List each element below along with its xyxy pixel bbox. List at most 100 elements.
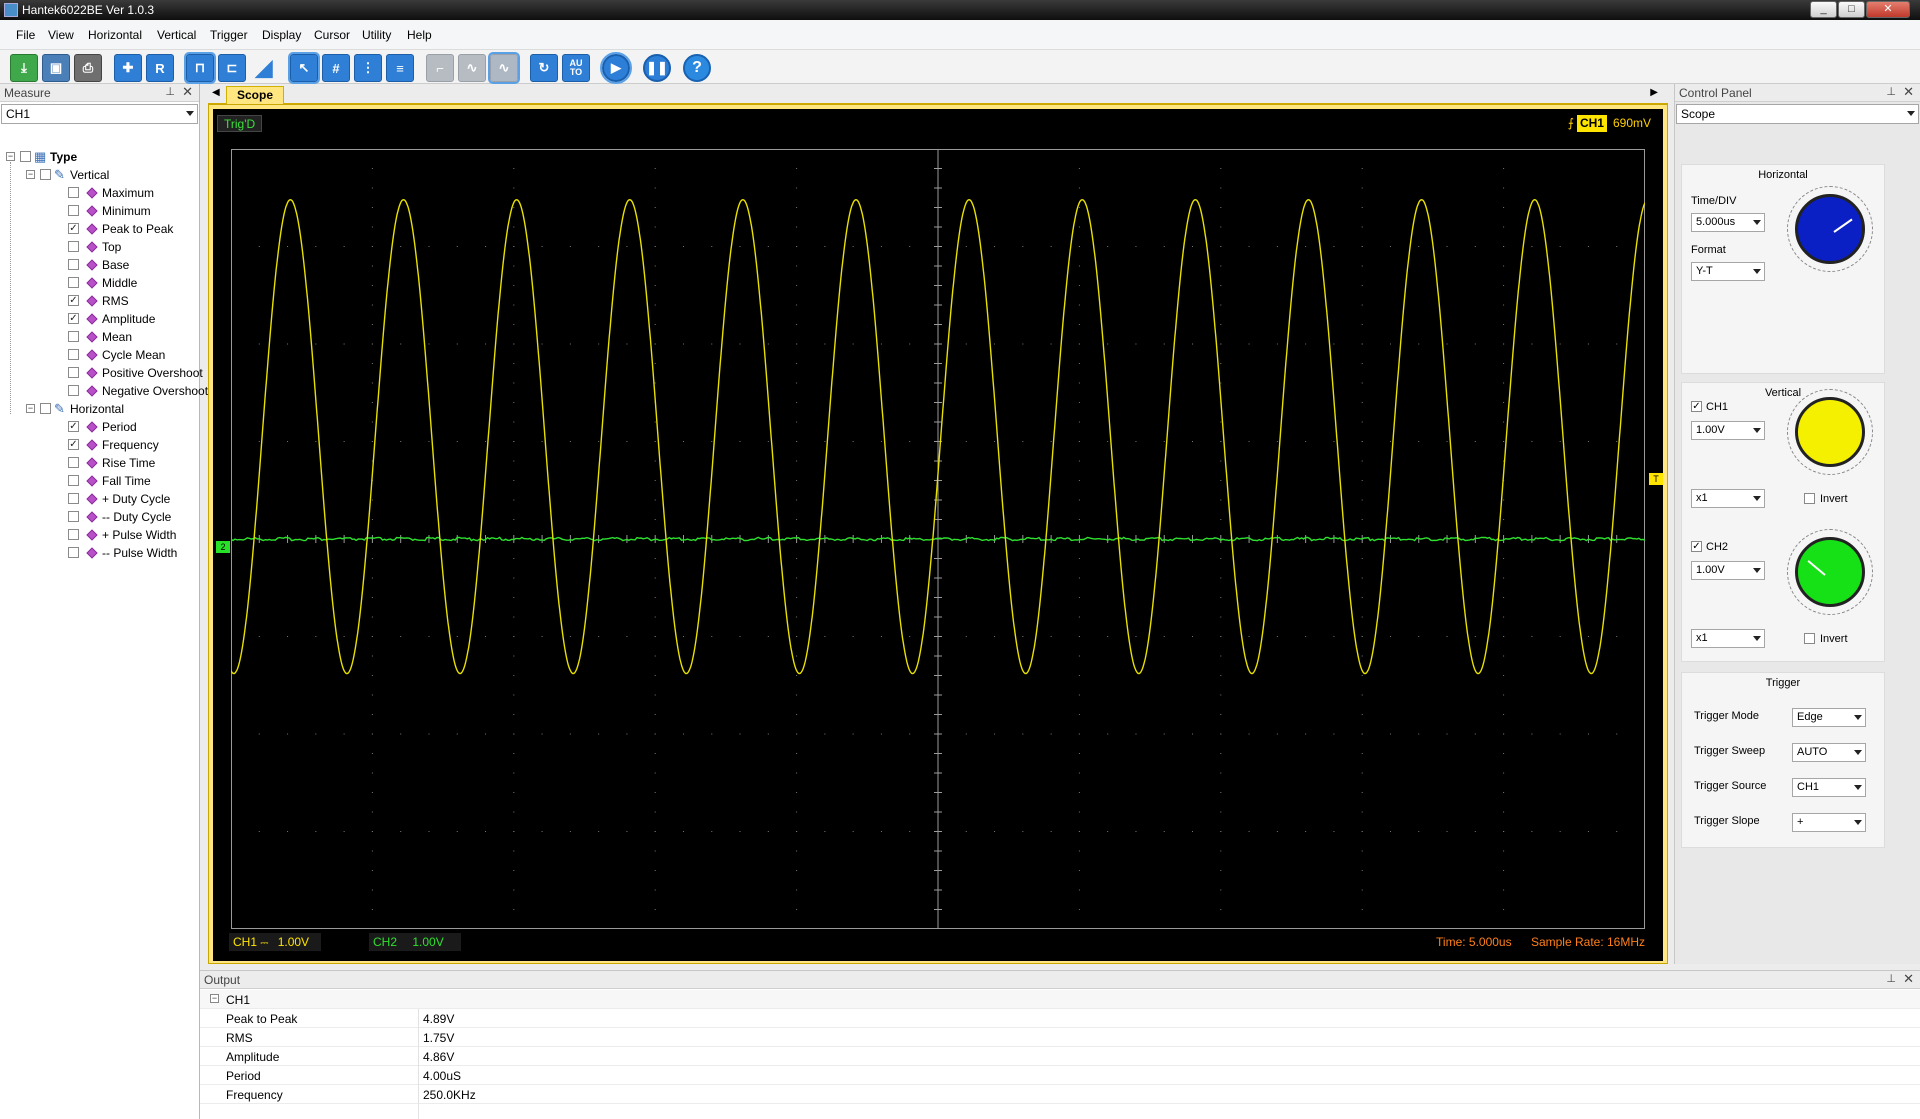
tree-item[interactable]: − ✎ Vertical: [0, 166, 200, 184]
close-window-button[interactable]: ✕: [1866, 1, 1910, 18]
measure-checkbox[interactable]: ✓: [68, 313, 79, 324]
ramp-icon[interactable]: ◢: [250, 54, 278, 82]
waveform-graticule[interactable]: [231, 149, 1645, 929]
ch2-volts-knob[interactable]: [1795, 537, 1865, 607]
tree-item[interactable]: Cycle Mean: [0, 346, 200, 364]
smooth-wave-icon[interactable]: ∿: [458, 54, 486, 82]
ch2-enable-checkbox[interactable]: ✓: [1691, 541, 1702, 552]
measure-checkbox[interactable]: ✓: [68, 439, 79, 450]
trigger-slope-select[interactable]: +: [1792, 813, 1866, 832]
measure-checkbox[interactable]: [68, 385, 79, 396]
tab-scope[interactable]: Scope: [226, 86, 284, 104]
tree-item[interactable]: -- Duty Cycle: [0, 508, 200, 526]
auto-icon[interactable]: AU TO: [562, 54, 590, 82]
ch2-probe-select[interactable]: x1: [1691, 629, 1765, 648]
measure-checkbox[interactable]: [68, 457, 79, 468]
measure-checkbox[interactable]: [68, 205, 79, 216]
timebase-knob[interactable]: [1795, 194, 1865, 264]
tree-checkbox[interactable]: [40, 403, 51, 414]
format-select[interactable]: Y-T: [1691, 262, 1765, 281]
close-pane-icon[interactable]: ✕: [1903, 84, 1914, 100]
tree-item[interactable]: ✓ RMS: [0, 292, 200, 310]
tree-item[interactable]: Maximum: [0, 184, 200, 202]
menu-horizontal[interactable]: Horizontal: [88, 28, 142, 42]
trigger-level-marker[interactable]: T: [1649, 473, 1663, 485]
trigger-sweep-select[interactable]: AUTO: [1792, 743, 1866, 762]
tree-item[interactable]: Middle: [0, 274, 200, 292]
cursor-select-icon[interactable]: ↖: [288, 52, 320, 84]
run-icon[interactable]: ▶: [600, 52, 632, 84]
measure-checkbox[interactable]: [68, 259, 79, 270]
print-icon[interactable]: ⎙: [74, 54, 102, 82]
measure-checkbox[interactable]: [68, 529, 79, 540]
ch2-invert-checkbox[interactable]: [1804, 633, 1815, 644]
pulse-display-icon[interactable]: ⊓: [184, 52, 216, 84]
trigger-mode-select[interactable]: Edge: [1792, 708, 1866, 727]
step-wave-icon[interactable]: ⌐: [426, 54, 454, 82]
tab-right-arrow-icon[interactable]: ▶: [1650, 87, 1658, 98]
refresh-icon[interactable]: ↻: [530, 54, 558, 82]
save-icon[interactable]: ▣: [42, 54, 70, 82]
grid-icon[interactable]: #: [322, 54, 350, 82]
collapse-icon[interactable]: −: [26, 170, 35, 179]
measure-checkbox[interactable]: [68, 367, 79, 378]
pin-icon[interactable]: ⊥: [1886, 972, 1896, 985]
ch1-volts-knob[interactable]: [1795, 397, 1865, 467]
tree-checkbox[interactable]: [20, 151, 31, 162]
trigger-source-select[interactable]: CH1: [1792, 778, 1866, 797]
menu-view[interactable]: View: [48, 28, 74, 42]
reference-icon[interactable]: R: [146, 54, 174, 82]
measure-icon[interactable]: ✚: [114, 54, 142, 82]
tree-item[interactable]: Minimum: [0, 202, 200, 220]
tree-item[interactable]: − ✎ Horizontal: [0, 400, 200, 418]
tree-item[interactable]: -- Pulse Width: [0, 544, 200, 562]
pin-icon[interactable]: ⊥: [1886, 85, 1896, 98]
ch1-probe-select[interactable]: x1: [1691, 489, 1765, 508]
open-icon[interactable]: ⤓: [10, 54, 38, 82]
close-pane-icon[interactable]: ✕: [1903, 971, 1914, 987]
control-mode-select[interactable]: Scope: [1676, 104, 1919, 124]
tree-item[interactable]: ✓ Amplitude: [0, 310, 200, 328]
tree-item[interactable]: ✓ Frequency: [0, 436, 200, 454]
ch2-zero-marker[interactable]: 2: [216, 541, 230, 553]
measure-checkbox[interactable]: [68, 331, 79, 342]
tree-item[interactable]: Negative Overshoot: [0, 382, 208, 400]
measure-checkbox[interactable]: [68, 241, 79, 252]
measure-checkbox[interactable]: ✓: [68, 421, 79, 432]
ch1-volts-select[interactable]: 1.00V: [1691, 421, 1765, 440]
tree-item[interactable]: + Duty Cycle: [0, 490, 200, 508]
horizontal-cursor-icon[interactable]: ≡: [386, 54, 414, 82]
measure-checkbox[interactable]: [68, 547, 79, 558]
menu-file[interactable]: File: [16, 28, 35, 42]
tree-item[interactable]: ✓ Period: [0, 418, 200, 436]
tree-item[interactable]: Mean: [0, 328, 200, 346]
measure-checkbox[interactable]: [68, 187, 79, 198]
minimize-button[interactable]: _: [1810, 1, 1837, 18]
collapse-icon[interactable]: −: [210, 994, 219, 1003]
timediv-select[interactable]: 5.000us: [1691, 213, 1765, 232]
step-display-icon[interactable]: ⊏: [218, 54, 246, 82]
ch1-enable-checkbox[interactable]: ✓: [1691, 401, 1702, 412]
measure-checkbox[interactable]: [68, 349, 79, 360]
measure-checkbox[interactable]: [68, 511, 79, 522]
tree-item[interactable]: + Pulse Width: [0, 526, 200, 544]
help-icon[interactable]: ?: [683, 54, 711, 82]
vertical-cursor-icon[interactable]: ⋮: [354, 54, 382, 82]
tree-item[interactable]: ✓ Peak to Peak: [0, 220, 200, 238]
menu-trigger[interactable]: Trigger: [210, 28, 248, 42]
measure-checkbox[interactable]: [68, 493, 79, 504]
menu-utility[interactable]: Utility: [362, 28, 391, 42]
measure-checkbox[interactable]: [68, 277, 79, 288]
menu-help[interactable]: Help: [407, 28, 432, 42]
tree-item[interactable]: − ▦ Type: [0, 148, 200, 166]
tree-item[interactable]: Top: [0, 238, 200, 256]
menu-cursor[interactable]: Cursor: [314, 28, 350, 42]
ch1-invert-checkbox[interactable]: [1804, 493, 1815, 504]
collapse-icon[interactable]: −: [6, 152, 15, 161]
measure-channel-select[interactable]: CH1: [1, 104, 198, 124]
tree-checkbox[interactable]: [40, 169, 51, 180]
menu-display[interactable]: Display: [262, 28, 301, 42]
pin-icon[interactable]: ⊥: [165, 85, 175, 98]
ch2-volts-select[interactable]: 1.00V: [1691, 561, 1765, 580]
tree-item[interactable]: Base: [0, 256, 200, 274]
